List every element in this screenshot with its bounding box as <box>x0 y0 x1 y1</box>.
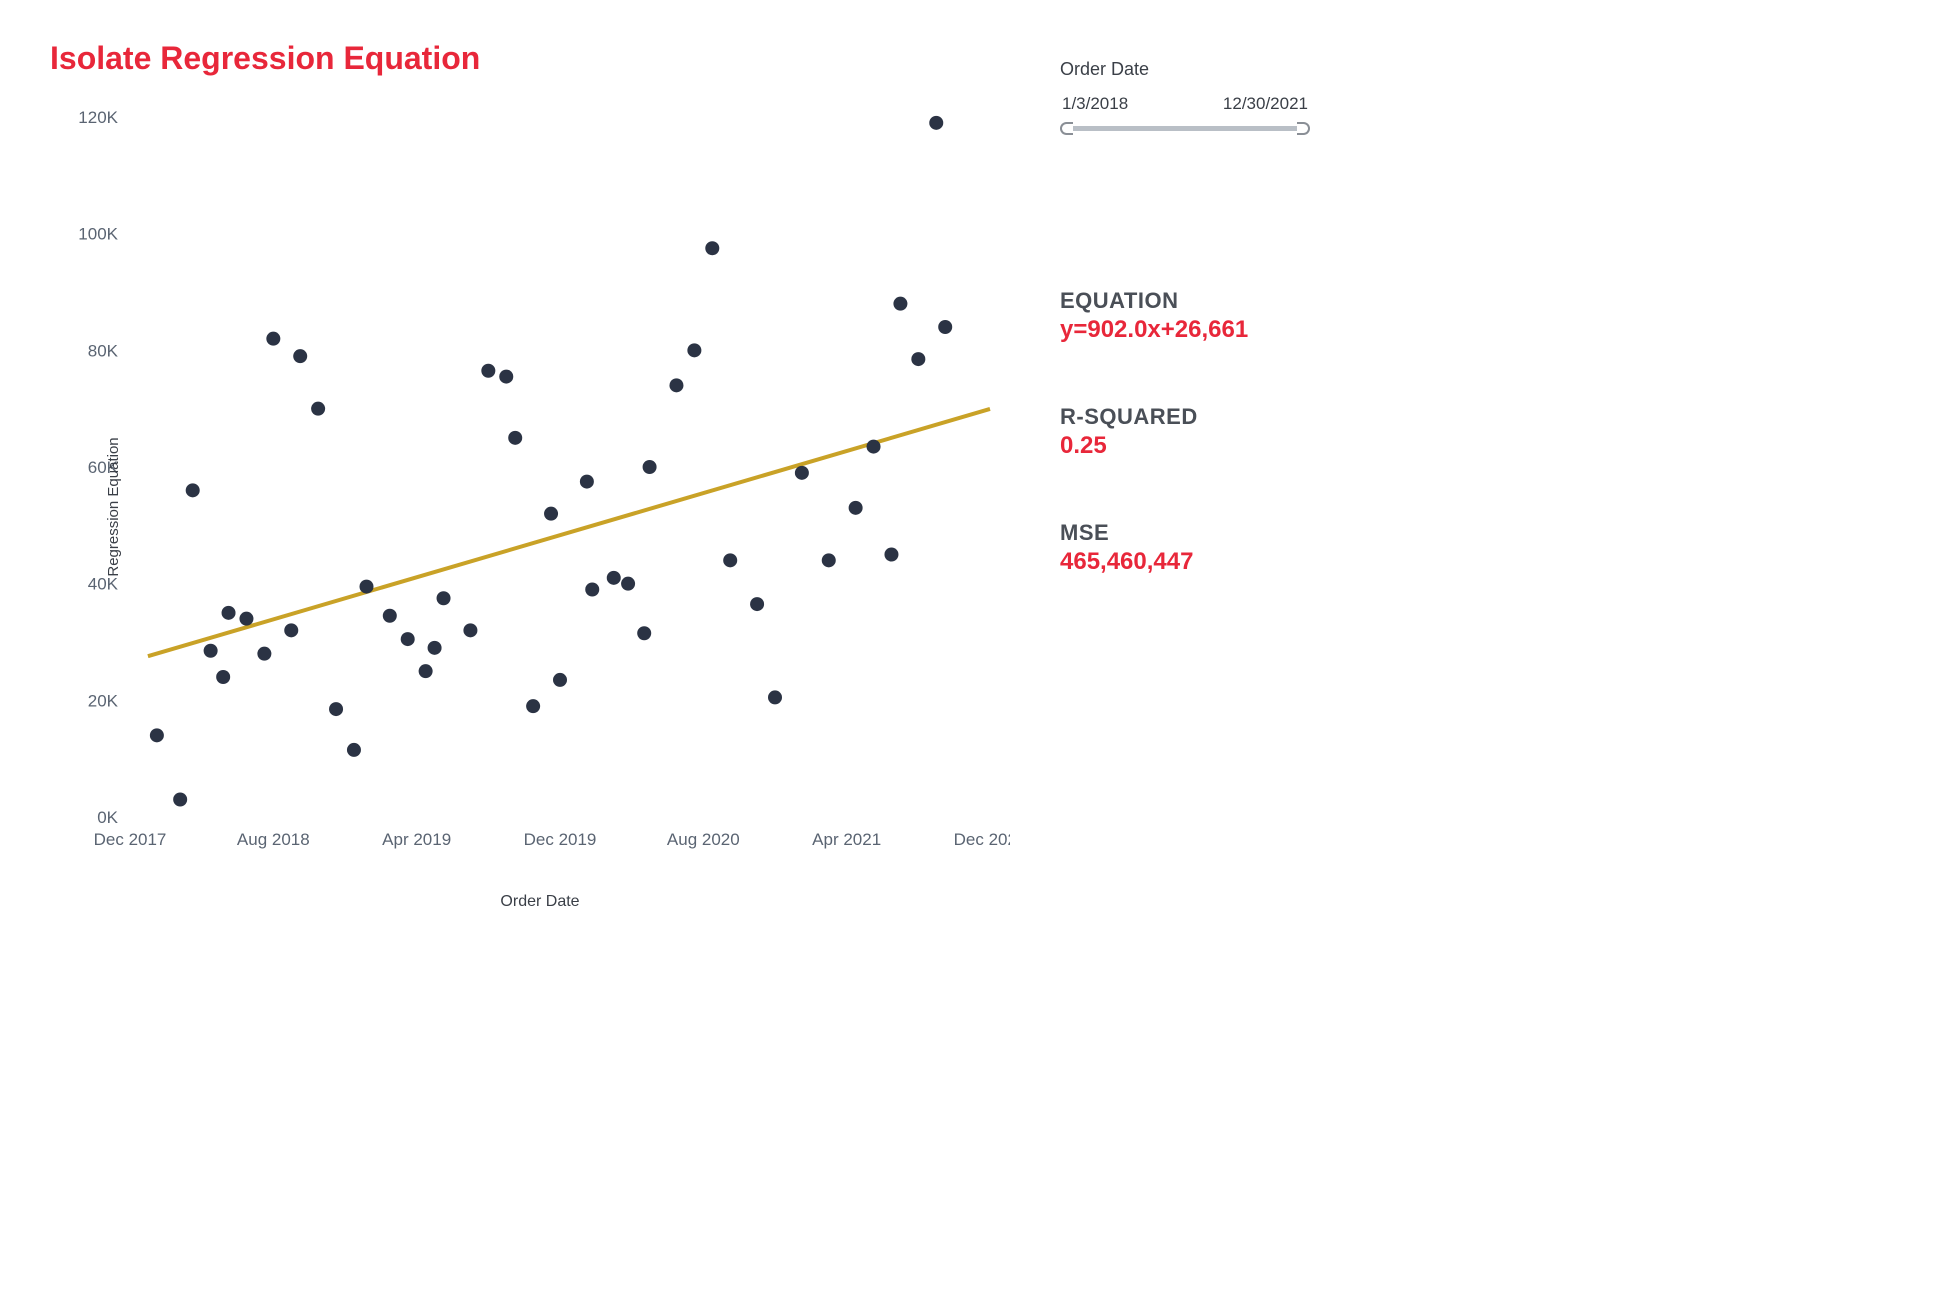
data-point[interactable] <box>585 583 599 597</box>
slider-handle-start[interactable] <box>1060 122 1073 135</box>
mse-block: MSE 465,460,447 <box>1060 520 1310 576</box>
data-point[interactable] <box>822 553 836 567</box>
data-point[interactable] <box>428 641 442 655</box>
data-point[interactable] <box>329 702 343 716</box>
data-point[interactable] <box>544 507 558 521</box>
data-point[interactable] <box>257 647 271 661</box>
data-point[interactable] <box>607 571 621 585</box>
chart-column: Regression Equation 0K20K40K60K80K100K12… <box>50 87 1030 907</box>
x-tick-label: Dec 2017 <box>94 830 167 849</box>
data-point[interactable] <box>508 431 522 445</box>
data-point[interactable] <box>849 501 863 515</box>
data-point[interactable] <box>621 577 635 591</box>
data-point[interactable] <box>499 370 513 384</box>
data-point[interactable] <box>150 728 164 742</box>
data-point[interactable] <box>893 297 907 311</box>
data-point[interactable] <box>204 644 218 658</box>
data-point[interactable] <box>311 402 325 416</box>
y-tick-label: 40K <box>88 575 119 594</box>
slider-handle-end[interactable] <box>1297 122 1310 135</box>
date-filter-range: 1/3/2018 12/30/2021 <box>1060 94 1310 114</box>
data-point[interactable] <box>173 793 187 807</box>
date-range-slider[interactable] <box>1060 118 1310 138</box>
data-point[interactable] <box>481 364 495 378</box>
chart-container: Regression Equation 0K20K40K60K80K100K12… <box>50 107 1030 907</box>
mse-label: MSE <box>1060 520 1310 546</box>
data-point[interactable] <box>637 626 651 640</box>
data-point[interactable] <box>419 664 433 678</box>
y-tick-label: 20K <box>88 691 119 710</box>
data-point[interactable] <box>239 612 253 626</box>
data-point[interactable] <box>463 623 477 637</box>
date-filter-end: 12/30/2021 <box>1223 94 1308 114</box>
regression-scatter-chart: 0K20K40K60K80K100K120KDec 2017Aug 2018Ap… <box>50 107 1010 877</box>
data-point[interactable] <box>293 349 307 363</box>
data-point[interactable] <box>705 241 719 255</box>
x-tick-label: Dec 2021 <box>954 830 1010 849</box>
dashboard-frame: Isolate Regression Equation Regression E… <box>0 0 1360 900</box>
y-axis-label: Regression Equation <box>105 437 122 576</box>
x-tick-label: Aug 2020 <box>667 830 740 849</box>
data-point[interactable] <box>526 699 540 713</box>
x-tick-label: Apr 2019 <box>382 830 451 849</box>
y-tick-label: 80K <box>88 341 119 360</box>
data-point[interactable] <box>347 743 361 757</box>
data-point[interactable] <box>383 609 397 623</box>
data-point[interactable] <box>768 690 782 704</box>
x-axis-label: Order Date <box>500 893 579 911</box>
y-tick-label: 0K <box>97 808 118 827</box>
data-point[interactable] <box>750 597 764 611</box>
r-squared-block: R-SQUARED 0.25 <box>1060 404 1310 460</box>
data-point[interactable] <box>437 591 451 605</box>
data-point[interactable] <box>284 623 298 637</box>
data-point[interactable] <box>795 466 809 480</box>
layout-row: Regression Equation 0K20K40K60K80K100K12… <box>50 87 1310 907</box>
data-point[interactable] <box>669 378 683 392</box>
x-tick-label: Aug 2018 <box>237 830 310 849</box>
x-tick-label: Dec 2019 <box>524 830 597 849</box>
data-point[interactable] <box>580 475 594 489</box>
y-tick-label: 120K <box>78 108 118 127</box>
date-filter-label: Order Date <box>1060 59 1310 80</box>
data-point[interactable] <box>911 352 925 366</box>
mse-value: 465,460,447 <box>1060 548 1310 576</box>
data-point[interactable] <box>553 673 567 687</box>
date-filter-start: 1/3/2018 <box>1062 94 1128 114</box>
data-point[interactable] <box>216 670 230 684</box>
r-squared-value: 0.25 <box>1060 432 1310 460</box>
data-point[interactable] <box>186 483 200 497</box>
data-point[interactable] <box>723 553 737 567</box>
data-point[interactable] <box>884 548 898 562</box>
data-point[interactable] <box>938 320 952 334</box>
data-point[interactable] <box>929 116 943 130</box>
r-squared-label: R-SQUARED <box>1060 404 1310 430</box>
data-point[interactable] <box>360 580 374 594</box>
data-point[interactable] <box>687 343 701 357</box>
regression-line <box>148 409 990 656</box>
x-tick-label: Apr 2021 <box>812 830 881 849</box>
data-point[interactable] <box>266 332 280 346</box>
data-point[interactable] <box>222 606 236 620</box>
equation-value: y=902.0x+26,661 <box>1060 316 1310 344</box>
slider-track <box>1066 126 1304 131</box>
y-tick-label: 100K <box>78 225 118 244</box>
side-column: Order Date 1/3/2018 12/30/2021 EQUATION … <box>1030 87 1310 907</box>
equation-block: EQUATION y=902.0x+26,661 <box>1060 288 1310 344</box>
data-point[interactable] <box>643 460 657 474</box>
data-point[interactable] <box>867 440 881 454</box>
data-point[interactable] <box>401 632 415 646</box>
equation-label: EQUATION <box>1060 288 1310 314</box>
